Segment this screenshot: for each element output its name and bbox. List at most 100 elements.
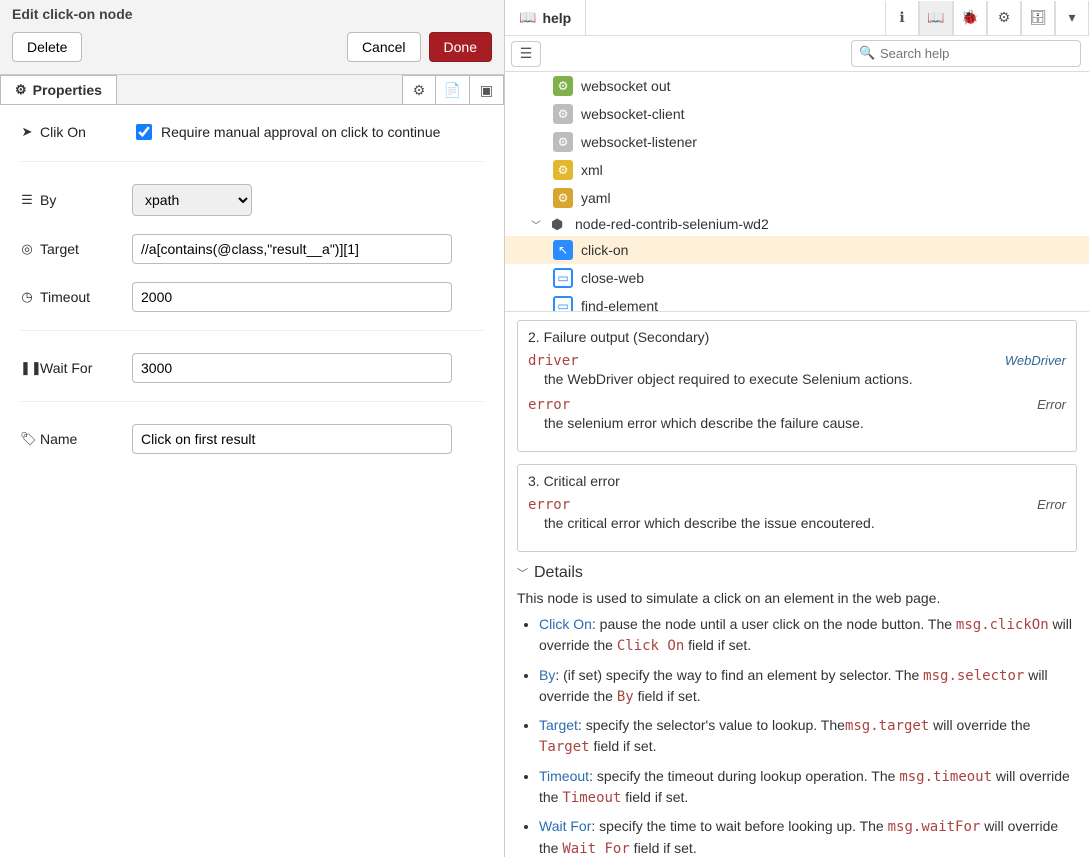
delete-button[interactable]: Delete [12, 32, 82, 62]
search-icon: 🔍 [859, 45, 875, 61]
property-name: error [528, 397, 570, 413]
help-tab-button[interactable]: 📖 [919, 1, 953, 35]
tab-properties[interactable]: ⚙ Properties [0, 75, 117, 104]
help-body: 2. Failure output (Secondary) driver Web… [505, 312, 1089, 857]
caret-down-icon: ▾ [1068, 9, 1075, 26]
tab-appearance-button[interactable]: ▣ [470, 75, 504, 104]
sidebar-panel: 📖 help ℹ 📖 🐞 ⚙ 🗄 ▾ ☰ 🔍 ⚙websocket out⚙we… [505, 0, 1089, 857]
dropdown-button[interactable]: ▾ [1055, 1, 1089, 35]
toc-item-label: xml [581, 162, 603, 178]
tab-env-button[interactable]: ⚙ [402, 75, 436, 104]
toc-item[interactable]: ↖ click-on [505, 236, 1089, 264]
details-item: By: (if set) specify the way to find an … [539, 665, 1077, 708]
tag-icon: 🏷 [20, 431, 34, 447]
edit-panel: Edit click-on node Delete Cancel Done ⚙ … [0, 0, 505, 857]
layout-icon: ▣ [480, 82, 493, 99]
caret-down-icon: ﹀ [531, 217, 543, 232]
file-icon: 📄 [444, 82, 461, 99]
toc-item[interactable]: ⚙yaml [505, 184, 1089, 212]
section-title: 3. Critical error [528, 473, 1066, 489]
details-intro: This node is used to simulate a click on… [517, 590, 1077, 606]
toc-item[interactable]: ▭ close-web [505, 264, 1089, 292]
target-label: Target [40, 241, 79, 257]
timeout-label: Timeout [40, 289, 90, 305]
toc-item[interactable]: ⚙ xml [505, 156, 1089, 184]
toc-item[interactable]: ⚙websocket out [505, 72, 1089, 100]
details-heading[interactable]: ﹀ Details [517, 564, 1077, 582]
details-item: Wait For: specify the time to wait befor… [539, 816, 1077, 857]
sidebar-tab-help-label: help [542, 10, 571, 26]
property-desc: the critical error which describe the is… [544, 515, 1066, 531]
property-type: Error [1037, 397, 1066, 412]
code-token: msg.target [845, 718, 929, 734]
waitfor-label: Wait For [40, 360, 92, 376]
toc-package[interactable]: ﹀ ⬢ node-red-contrib-selenium-wd2 [505, 212, 1089, 236]
node-type-icon: ⚙ [553, 132, 573, 152]
code-token: Target [539, 739, 590, 755]
debug-tab-button[interactable]: 🐞 [953, 1, 987, 35]
help-search-input[interactable] [851, 40, 1081, 67]
waitfor-input[interactable] [132, 353, 452, 383]
config-tab-button[interactable]: ⚙ [987, 1, 1021, 35]
node-type-icon: ↖ [553, 240, 573, 260]
help-toc[interactable]: ⚙websocket out⚙websocket-client⚙websocke… [505, 72, 1089, 312]
output-section: 2. Failure output (Secondary) driver Web… [517, 320, 1077, 452]
toc-item-label: close-web [581, 270, 644, 286]
cancel-button[interactable]: Cancel [347, 32, 421, 62]
property-type: Error [1037, 497, 1066, 512]
details-term: By [539, 667, 555, 683]
node-type-icon: ⚙ [553, 104, 573, 124]
book-icon: 📖 [519, 9, 536, 26]
toc-item-label: click-on [581, 242, 628, 258]
toc-item[interactable]: ▭find-element [505, 292, 1089, 312]
toc-item[interactable]: ⚙ websocket-listener [505, 128, 1089, 156]
property-row: driver WebDriver [528, 353, 1066, 369]
code-token: By [617, 689, 634, 705]
code-token: msg.timeout [899, 769, 992, 785]
property-name: driver [528, 353, 579, 369]
toc-item[interactable]: ⚙ websocket-client [505, 100, 1089, 128]
tab-description-button[interactable]: 📄 [436, 75, 470, 104]
info-icon: ℹ [899, 9, 904, 26]
caret-down-icon: ﹀ [517, 565, 528, 581]
code-token: msg.waitFor [888, 819, 981, 835]
by-select[interactable]: xpath [132, 184, 252, 216]
details-term: Click On [539, 616, 592, 632]
property-desc: the selenium error which describe the fa… [544, 415, 1066, 431]
sidebar-header: 📖 help ℹ 📖 🐞 ⚙ 🗄 ▾ [505, 0, 1089, 36]
code-token: Click On [617, 638, 684, 654]
timeout-input[interactable] [132, 282, 452, 312]
target-icon: ◎ [20, 241, 34, 257]
property-desc: the WebDriver object required to execute… [544, 371, 1066, 387]
require-approval-label: Require manual approval on click to cont… [161, 124, 440, 140]
details-item: Timeout: specify the timeout during look… [539, 766, 1077, 809]
database-icon: 🗄 [1029, 9, 1047, 26]
toc-item-label: websocket-client [581, 106, 685, 122]
context-tab-button[interactable]: 🗄 [1021, 1, 1055, 35]
target-input[interactable] [132, 234, 452, 264]
details-list: Click On: pause the node until a user cl… [539, 614, 1077, 857]
details-item: Target: specify the selector's value to … [539, 715, 1077, 758]
code-token: msg.selector [923, 668, 1024, 684]
node-type-icon: ⚙ [553, 76, 573, 96]
name-input[interactable] [132, 424, 452, 454]
cube-icon: ⬢ [551, 216, 567, 232]
sidebar-tab-help[interactable]: 📖 help [505, 0, 586, 35]
node-type-icon: ▭ [553, 268, 573, 288]
info-tab-button[interactable]: ℹ [885, 1, 919, 35]
pause-icon: ❚❚ [20, 360, 34, 376]
property-row: error Error [528, 497, 1066, 513]
node-type-icon: ⚙ [553, 160, 573, 180]
clock-icon: ◷ [20, 289, 34, 305]
toc-item-label: websocket-listener [581, 134, 697, 150]
details-term: Timeout [539, 768, 589, 784]
properties-form: ➤ Clik On Require manual approval on cli… [0, 105, 504, 492]
done-button[interactable]: Done [429, 32, 492, 62]
click-on-label: Clik On [40, 124, 86, 140]
code-token: msg.clickOn [956, 617, 1049, 633]
output-section: 3. Critical error error Error the critic… [517, 464, 1077, 552]
toc-toggle-button[interactable]: ☰ [511, 41, 541, 67]
edit-panel-title: Edit click-on node [12, 6, 492, 22]
require-approval-checkbox[interactable] [136, 124, 152, 140]
toc-package-label: node-red-contrib-selenium-wd2 [575, 216, 769, 232]
